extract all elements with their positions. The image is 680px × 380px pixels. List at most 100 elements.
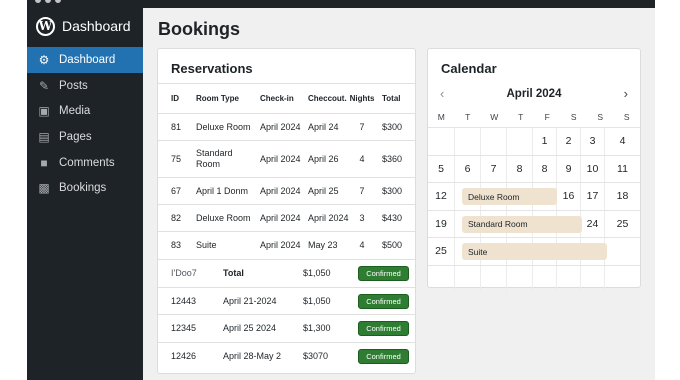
- chevron-left-icon[interactable]: ‹: [440, 86, 444, 101]
- table-row[interactable]: 12345 April 25 2024 $1,300 Confirmed: [158, 314, 415, 342]
- booking-amount: $1,050: [303, 295, 331, 306]
- cell-total: $300: [382, 185, 403, 196]
- admin-top-bar: [27, 0, 655, 8]
- window-dot: [35, 0, 41, 3]
- calendar-day[interactable]: [532, 265, 556, 292]
- sidebar-item-label: Media: [59, 105, 91, 118]
- booking-summary-table: I'Doo7 Total $1,050 Confirmed 12443 Apri…: [158, 259, 415, 369]
- calendar-day[interactable]: 17: [580, 183, 604, 210]
- calendar-event[interactable]: Standard Room: [462, 215, 582, 233]
- calendar-title: Calendar: [441, 61, 497, 76]
- calendar-day[interactable]: 10: [580, 155, 604, 182]
- calendar-day[interactable]: 18: [604, 183, 640, 210]
- cell-check-out: April 2024: [308, 212, 349, 223]
- sidebar-item-label: Posts: [59, 79, 88, 92]
- weekday-label: F: [544, 112, 550, 122]
- cell-check-out: April 24: [308, 121, 339, 132]
- calendar-day[interactable]: [454, 265, 480, 292]
- calendar-day[interactable]: [506, 128, 532, 155]
- calendar-day[interactable]: [454, 128, 480, 155]
- calendar-day[interactable]: 3: [580, 128, 604, 155]
- calendar-day[interactable]: 5: [428, 156, 454, 183]
- calendar-day[interactable]: 4: [604, 128, 640, 155]
- cell-total: $500: [382, 239, 403, 250]
- calendar-day[interactable]: 24: [580, 210, 604, 237]
- column-header[interactable]: Checcout.: [308, 84, 347, 113]
- chevron-right-icon[interactable]: ›: [624, 86, 628, 101]
- cell-id: 81: [171, 121, 182, 132]
- column-header[interactable]: Total: [382, 84, 401, 113]
- window-dot: [45, 0, 51, 3]
- calendar-day[interactable]: 9: [556, 155, 580, 182]
- calendar-day[interactable]: [428, 266, 454, 293]
- status-badge[interactable]: Confirmed: [358, 293, 409, 309]
- status-badge[interactable]: Confirmed: [358, 266, 409, 281]
- sidebar-item-media[interactable]: ▣ Media: [27, 98, 143, 124]
- window-dot: [55, 0, 61, 3]
- table-row[interactable]: 12426 April 28-May 2 $3070 Confirmed: [158, 341, 415, 370]
- comment-icon: ■: [40, 155, 48, 170]
- calendar-week: 12 16 17 18 Deluxe Room: [428, 182, 640, 210]
- calendar-event[interactable]: Deluxe Room: [462, 188, 557, 205]
- calendar-day[interactable]: 2: [556, 128, 580, 155]
- calendar-day[interactable]: 25: [604, 210, 640, 237]
- table-row[interactable]: 75 Standard Room April 2024 April 26 4 $…: [158, 140, 415, 177]
- table-row[interactable]: 67 April 1 Donm April 2024 April 25 7 $3…: [158, 177, 415, 204]
- cell-room-type: Deluxe Room: [196, 212, 251, 223]
- cell-check-out: April 26: [308, 153, 339, 164]
- table-header-row: ID Room Type Check-in Checcout. Nights T…: [158, 83, 415, 113]
- sidebar-item-comments[interactable]: ■ Comments: [27, 150, 143, 176]
- calendar-day[interactable]: [580, 265, 604, 292]
- calendar-day[interactable]: 11: [604, 155, 640, 182]
- calendar-day[interactable]: 1: [532, 128, 556, 155]
- sidebar-item-pages[interactable]: ▤ Pages: [27, 124, 143, 150]
- table-row[interactable]: 81 Deluxe Room April 2024 April 24 7 $30…: [158, 113, 415, 140]
- booking-dates: April 28-May 2: [223, 350, 282, 361]
- sidebar-menu: ⚙ Dashboard ✎ Posts ▣ Media ▤ Pages ■ Co…: [27, 47, 143, 201]
- calendar-day[interactable]: [506, 265, 532, 292]
- sidebar-item-dashboard[interactable]: ⚙ Dashboard: [27, 47, 143, 73]
- calendar-day[interactable]: [428, 128, 454, 155]
- column-header[interactable]: Nights: [350, 84, 375, 113]
- booking-dates: April 21-2024: [223, 295, 277, 306]
- calendar-day[interactable]: 25: [428, 238, 454, 265]
- brand-title: Dashboard: [62, 18, 131, 34]
- weekday-label: M: [437, 112, 445, 122]
- status-badge[interactable]: Confirmed: [358, 348, 409, 364]
- table-row[interactable]: 83 Suite April 2024 May 23 4 $500: [158, 231, 415, 258]
- pages-icon: ▤: [38, 129, 50, 144]
- calendar-day[interactable]: [480, 128, 506, 155]
- cell-check-in: April 2024: [260, 121, 301, 132]
- calendar-event[interactable]: Suite: [462, 243, 607, 260]
- weekday-label: W: [490, 112, 499, 122]
- column-header[interactable]: Room Type: [196, 84, 256, 113]
- sidebar-item-label: Bookings: [59, 182, 107, 195]
- column-header[interactable]: ID: [171, 84, 179, 113]
- summary-id: I'Doo7: [171, 268, 197, 279]
- cell-id: 75: [171, 153, 182, 164]
- calendar-day[interactable]: [604, 265, 640, 292]
- calendar-week: [428, 264, 640, 293]
- calendar-day[interactable]: 19: [428, 211, 454, 238]
- cell-check-out: May 23: [308, 239, 338, 250]
- column-header[interactable]: Check-in: [260, 84, 294, 113]
- calendar-day[interactable]: [604, 238, 640, 265]
- booking-dates: April 25 2024: [223, 323, 277, 334]
- table-row[interactable]: 12443 April 21-2024 $1,050 Confirmed: [158, 286, 415, 315]
- calendar-day[interactable]: 8: [506, 155, 532, 182]
- calendar-day[interactable]: [480, 265, 506, 292]
- cell-nights: 4: [359, 153, 365, 164]
- cell-check-in: April 2024: [260, 212, 301, 223]
- calendar-day[interactable]: 8: [532, 155, 556, 182]
- calendar-day[interactable]: [556, 265, 580, 292]
- calendar-day[interactable]: 16: [556, 183, 580, 210]
- calendar-day[interactable]: 6: [454, 155, 480, 182]
- calendar-day[interactable]: 12: [428, 183, 454, 210]
- cell-room-type: April 1 Donm: [196, 185, 249, 196]
- sidebar-item-posts[interactable]: ✎ Posts: [27, 73, 143, 99]
- status-badge[interactable]: Confirmed: [358, 321, 409, 336]
- sidebar-brand[interactable]: W Dashboard: [27, 8, 143, 44]
- table-row[interactable]: 82 Deluxe Room April 2024 April 2024 3 $…: [158, 204, 415, 231]
- calendar-day[interactable]: 7: [480, 155, 506, 182]
- sidebar-item-bookings[interactable]: ▩ Bookings: [27, 175, 143, 201]
